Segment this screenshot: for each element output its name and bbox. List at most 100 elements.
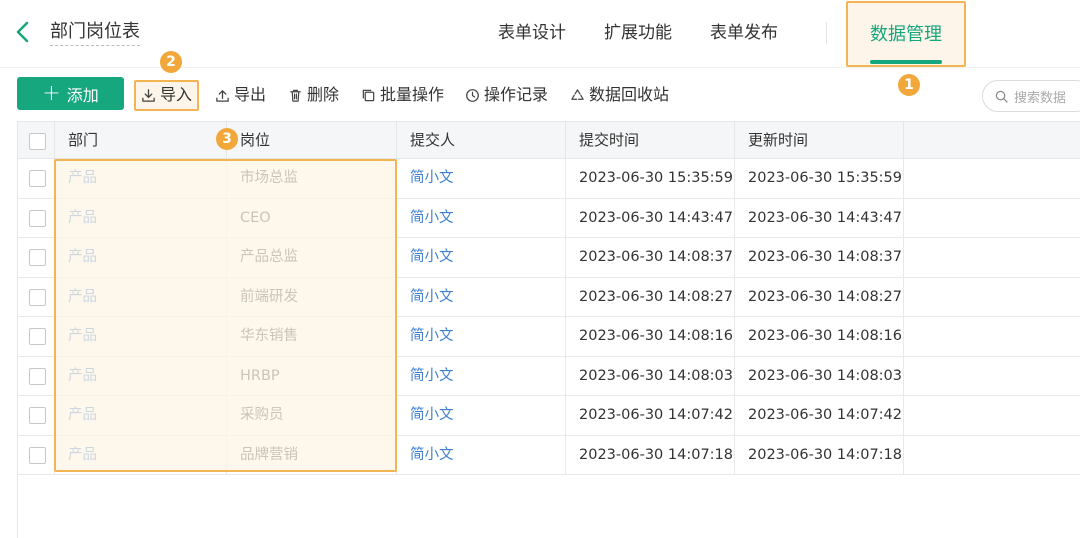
header-submit-time[interactable]: 提交时间: [566, 122, 735, 159]
table-row[interactable]: 产品 品牌营销 简小文 2023-06-30 14:07:18 2023-06-…: [18, 435, 1080, 475]
delete-button[interactable]: 删除: [288, 84, 339, 106]
upload-icon: [216, 89, 229, 102]
row-select[interactable]: [18, 198, 55, 238]
cell-submit-time: 2023-06-30 15:35:59: [566, 159, 735, 198]
cell-submitter[interactable]: 简小文: [397, 159, 566, 198]
row-checkbox[interactable]: [29, 446, 46, 464]
cell-dept[interactable]: 产品: [55, 159, 227, 198]
import-label: 导入: [160, 85, 193, 104]
tab-data-management[interactable]: 数据管理: [846, 1, 966, 67]
step-badge-3: 3: [216, 128, 238, 150]
cell-submitter[interactable]: 简小文: [397, 435, 566, 475]
header-position[interactable]: 岗位: [227, 122, 397, 159]
table-row[interactable]: 产品 HRBP 简小文 2023-06-30 14:08:03 2023-06-…: [18, 356, 1080, 396]
cell-submitter[interactable]: 简小文: [397, 198, 566, 238]
cell-update-time: 2023-06-30 14:07:42: [735, 396, 904, 435]
nav-divider: [826, 22, 827, 44]
export-button[interactable]: 导出: [215, 84, 266, 106]
cell-submit-time: 2023-06-30 14:43:47: [566, 198, 735, 238]
chevron-left-icon[interactable]: [12, 20, 36, 44]
step-badge-1: 1: [898, 74, 920, 96]
row-checkbox[interactable]: [29, 367, 46, 385]
table-row[interactable]: 产品 前端研发 简小文 2023-06-30 14:08:27 2023-06-…: [18, 277, 1080, 317]
recycle-icon: [571, 88, 584, 100]
cell-dept[interactable]: 产品: [55, 396, 227, 435]
row-checkbox[interactable]: [29, 288, 46, 306]
cell-position: 市场总监: [227, 159, 397, 198]
cell-submitter[interactable]: 简小文: [397, 238, 566, 277]
row-select[interactable]: [18, 317, 55, 356]
cell-submit-time: 2023-06-30 14:08:27: [566, 277, 735, 317]
table-row[interactable]: 产品 CEO 简小文 2023-06-30 14:43:47 2023-06-3…: [18, 198, 1080, 238]
cell-position: 产品总监: [227, 238, 397, 277]
table-row[interactable]: 产品 产品总监 简小文 2023-06-30 14:08:37 2023-06-…: [18, 238, 1080, 278]
cell-update-time: 2023-06-30 14:08:27: [735, 277, 904, 317]
header-submitter[interactable]: 提交人: [397, 122, 566, 159]
cell-position: HRBP: [227, 356, 397, 396]
cell-submit-time: 2023-06-30 14:08:16: [566, 317, 735, 356]
import-button[interactable]: 导入: [141, 84, 192, 106]
row-select[interactable]: [18, 238, 55, 277]
batch-operation-label: 批量操作: [380, 85, 445, 104]
row-select[interactable]: [18, 356, 55, 396]
table-row[interactable]: 产品 华东销售 简小文 2023-06-30 14:08:16 2023-06-…: [18, 317, 1080, 357]
batch-operation-button[interactable]: 批量操作: [361, 84, 444, 106]
add-button[interactable]: + 添加: [17, 77, 124, 110]
row-checkbox[interactable]: [29, 170, 46, 187]
cell-position: 采购员: [227, 396, 397, 435]
search-placeholder: 搜索数据: [1014, 90, 1067, 106]
tab-extensions[interactable]: 扩展功能: [604, 22, 672, 44]
search-input[interactable]: 搜索数据: [982, 80, 1080, 112]
row-select[interactable]: [18, 435, 55, 475]
header-select-all[interactable]: [18, 122, 55, 159]
cell-dept[interactable]: 产品: [55, 356, 227, 396]
cell-dept[interactable]: 产品: [55, 317, 227, 356]
clock-icon: [466, 88, 479, 102]
table-row[interactable]: 产品 市场总监 简小文 2023-06-30 15:35:59 2023-06-…: [18, 159, 1080, 199]
header-update-time[interactable]: 更新时间: [735, 122, 904, 159]
cell-dept[interactable]: 产品: [55, 435, 227, 475]
cell-update-time: 2023-06-30 14:08:37: [735, 238, 904, 277]
operation-log-button[interactable]: 操作记录: [465, 84, 548, 106]
cell-update-time: 2023-06-30 14:43:47: [735, 198, 904, 238]
cell-update-time: 2023-06-30 14:07:18: [735, 435, 904, 475]
page-title: 部门岗位表: [50, 21, 140, 46]
cell-update-time: 2023-06-30 15:35:59: [735, 159, 904, 198]
cell-submitter[interactable]: 简小文: [397, 317, 566, 356]
cell-update-time: 2023-06-30 14:08:16: [735, 317, 904, 356]
cell-dept[interactable]: 产品: [55, 198, 227, 238]
row-checkbox[interactable]: [29, 249, 46, 266]
select-all-checkbox[interactable]: [29, 133, 46, 150]
cell-submit-time: 2023-06-30 14:07:42: [566, 396, 735, 435]
cell-position: 华东销售: [227, 317, 397, 356]
trash-icon: [290, 89, 301, 102]
tab-form-design[interactable]: 表单设计: [498, 22, 566, 44]
tab-data-management-label: 数据管理: [870, 24, 942, 45]
cell-submit-time: 2023-06-30 14:07:18: [566, 435, 735, 475]
download-icon: [142, 88, 155, 102]
row-checkbox[interactable]: [29, 328, 46, 345]
cell-position: CEO: [227, 198, 397, 238]
row-select[interactable]: [18, 396, 55, 435]
tab-form-publish[interactable]: 表单发布: [710, 22, 778, 44]
add-button-label: 添加: [66, 85, 99, 105]
cell-submitter[interactable]: 简小文: [397, 277, 566, 317]
active-tab-indicator: [870, 60, 942, 64]
search-icon: [995, 90, 1008, 103]
cell-dept[interactable]: 产品: [55, 238, 227, 277]
cell-update-time: 2023-06-30 14:08:03: [735, 356, 904, 396]
row-checkbox[interactable]: [29, 209, 46, 227]
recycle-bin-button[interactable]: 数据回收站: [570, 84, 669, 106]
header-dept[interactable]: 部门: [55, 122, 227, 159]
cell-dept[interactable]: 产品: [55, 277, 227, 317]
cell-submitter[interactable]: 简小文: [397, 396, 566, 435]
table-row[interactable]: 产品 采购员 简小文 2023-06-30 14:07:42 2023-06-3…: [18, 396, 1080, 436]
row-select[interactable]: [18, 277, 55, 317]
data-table: 部门 岗位 提交人 提交时间 更新时间 产品 市场总监 简小文 2023-06-…: [17, 121, 1080, 538]
delete-label: 删除: [307, 85, 340, 104]
cell-position: 前端研发: [227, 277, 397, 317]
row-checkbox[interactable]: [29, 407, 46, 424]
cell-submitter[interactable]: 简小文: [397, 356, 566, 396]
row-select[interactable]: [18, 159, 55, 198]
step-badge-2: 2: [160, 51, 182, 73]
